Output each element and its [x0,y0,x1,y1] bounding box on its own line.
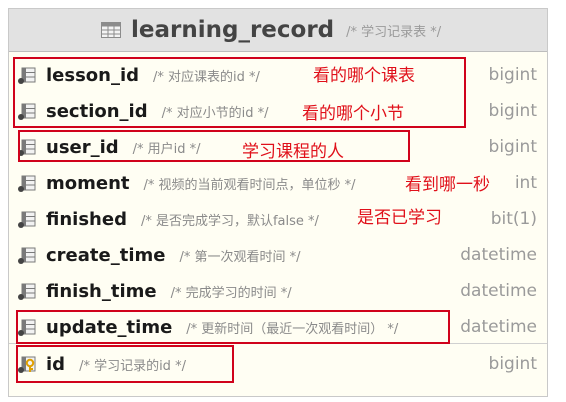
column-type: bigint [488,65,537,85]
table-comment: /* 学习记录表 */ [346,24,442,40]
column-comment: /* 视频的当前观看时间点，单位秒 */ [143,177,356,193]
column-type: int [514,173,537,193]
column-icon [18,211,36,228]
column-type: bigint [488,137,537,157]
column-type: datetime [460,317,537,337]
column-name: moment [46,172,130,194]
column-type: bigint [488,101,537,121]
column-name: finish_time [46,280,157,302]
highlight-user-id [18,130,410,162]
table-grid-icon [101,22,121,38]
column-comment: /* 第一次观看时间 */ [179,249,301,265]
annotation-user: 学习课程的人 [242,142,344,162]
column-icon [18,247,36,264]
highlight-update-time [16,310,450,344]
highlight-id [16,345,234,383]
annotation-moment: 看到哪一秒 [405,175,490,195]
column-row-create-time[interactable]: create_time /* 第一次观看时间 */ datetime [9,237,547,273]
annotation-section: 看的哪个小节 [302,104,404,124]
column-comment: /* 完成学习的时间 */ [170,285,292,301]
column-row-finished[interactable]: finished /* 是否完成学习，默认false */ bit(1) [9,201,547,237]
column-name: finished [46,208,127,230]
column-row-finish-time[interactable]: finish_time /* 完成学习的时间 */ datetime [9,273,547,309]
column-comment: /* 是否完成学习，默认false */ [140,213,319,229]
annotation-lesson: 看的哪个课表 [313,66,415,86]
column-icon [18,175,36,192]
column-icon [18,283,36,300]
table-name: learning_record [131,17,335,43]
column-type: bit(1) [490,209,537,229]
column-name: create_time [46,244,166,266]
column-type: datetime [460,245,537,265]
table-header[interactable]: learning_record /* 学习记录表 */ [9,9,547,52]
annotation-finished: 是否已学习 [357,208,442,228]
column-type: bigint [488,354,537,374]
column-type: datetime [460,281,537,301]
